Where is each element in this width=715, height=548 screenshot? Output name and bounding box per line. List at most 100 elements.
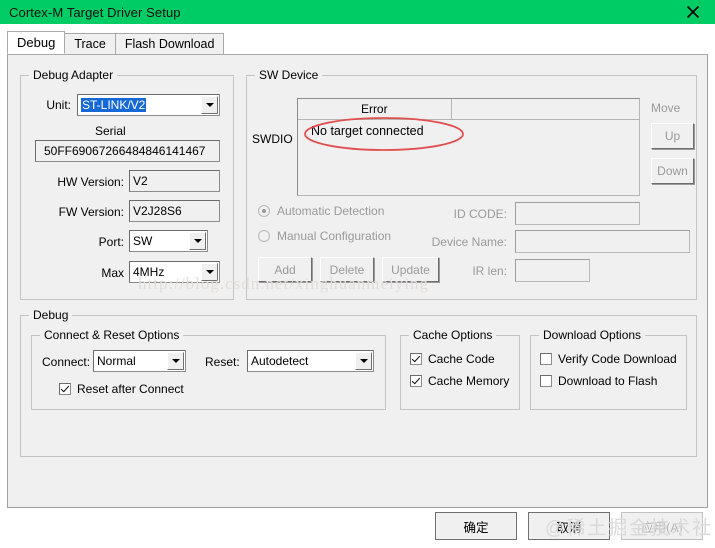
serial-label: Serial: [95, 124, 126, 138]
connect-label: Connect:: [42, 355, 91, 369]
max-label: Max: [101, 266, 124, 280]
debug-adapter-group: Debug Adapter Unit: ST-LINK/V2 Serial 50…: [20, 69, 234, 300]
unit-combo[interactable]: ST-LINK/V2: [77, 94, 220, 116]
ir-len-field[interactable]: [515, 259, 590, 282]
reset-combo[interactable]: Autodetect: [247, 350, 374, 372]
sw-device-legend: SW Device: [255, 69, 323, 82]
reset-combo-arrow[interactable]: [355, 352, 372, 370]
connect-combo-arrow[interactable]: [167, 352, 184, 370]
delete-button[interactable]: Delete: [320, 257, 374, 282]
automatic-detection-label: Automatic Detection: [277, 204, 385, 218]
port-combo-arrow[interactable]: [189, 232, 206, 250]
cancel-button[interactable]: 取消: [528, 512, 610, 540]
chevron-down-icon: [205, 103, 214, 107]
cache-code-checkbox[interactable]: Cache Code: [410, 352, 495, 366]
debug-group-legend: Debug: [29, 309, 73, 322]
add-label: Add: [274, 262, 296, 277]
device-name-label: Device Name:: [431, 235, 507, 249]
unit-value: ST-LINK/V2: [81, 98, 147, 112]
unit-combo-arrow[interactable]: [201, 96, 218, 114]
cache-memory-label: Cache Memory: [428, 374, 510, 388]
fw-version-label: FW Version:: [58, 205, 124, 219]
download-to-flash-checkbox[interactable]: Download to Flash: [540, 374, 657, 388]
device-name-field[interactable]: [515, 230, 690, 253]
move-up-label: Up: [664, 129, 681, 143]
max-combo[interactable]: 4MHz: [129, 261, 220, 283]
debug-adapter-legend: Debug Adapter: [29, 69, 118, 82]
debug-group: Debug Connect & Reset Options Connect: N…: [20, 309, 697, 457]
serial-value: 50FF69067266484846141467: [44, 144, 206, 158]
sw-device-list-header: Error: [298, 99, 639, 120]
move-down-button[interactable]: Down: [651, 158, 694, 184]
window-title: Cortex-M Target Driver Setup: [9, 4, 181, 20]
id-code-field[interactable]: [515, 202, 640, 225]
tab-debug[interactable]: Debug: [7, 31, 66, 54]
manual-configuration-radio[interactable]: Manual Configuration: [258, 229, 391, 243]
sw-device-list[interactable]: Error No target connected: [297, 98, 640, 196]
verify-code-download-label: Verify Code Download: [558, 352, 677, 366]
download-options-legend: Download Options: [539, 329, 646, 342]
serial-field[interactable]: 50FF69067266484846141467: [35, 140, 220, 162]
checkbox-icon: [59, 383, 71, 395]
reset-value: Autodetect: [251, 354, 309, 368]
reset-after-connect-label: Reset after Connect: [77, 382, 184, 396]
cancel-label: 取消: [556, 520, 582, 535]
port-combo[interactable]: SW: [129, 230, 208, 252]
update-button[interactable]: Update: [382, 257, 439, 282]
move-label: Move: [651, 101, 681, 115]
radio-icon: [258, 205, 270, 217]
connect-value: Normal: [97, 354, 136, 368]
tab-debug-label: Debug: [17, 35, 56, 50]
delete-label: Delete: [329, 262, 365, 277]
unit-label: Unit:: [46, 98, 71, 112]
debug-tab-panel: Debug Adapter Unit: ST-LINK/V2 Serial 50…: [7, 54, 708, 508]
reset-after-connect-checkbox[interactable]: Reset after Connect: [59, 382, 184, 396]
close-button[interactable]: [671, 0, 715, 24]
fw-version-field[interactable]: V2J28S6: [129, 200, 220, 222]
port-label: Port:: [98, 235, 124, 249]
connect-combo[interactable]: Normal: [93, 350, 186, 372]
manual-configuration-label: Manual Configuration: [277, 229, 392, 243]
title-bar: Cortex-M Target Driver Setup: [0, 0, 715, 24]
cache-code-label: Cache Code: [428, 352, 495, 366]
tab-flash-download-label: Flash Download: [124, 37, 215, 51]
verify-code-download-checkbox[interactable]: Verify Code Download: [540, 352, 677, 366]
ok-label: 确定: [463, 520, 489, 535]
max-value: 4MHz: [133, 265, 165, 279]
column-header-blank[interactable]: [451, 99, 639, 120]
chevron-down-icon: [359, 359, 368, 363]
move-up-button[interactable]: Up: [651, 123, 694, 149]
apply-button[interactable]: 应用(A): [621, 512, 703, 540]
ok-button[interactable]: 确定: [435, 512, 517, 540]
max-combo-arrow[interactable]: [201, 263, 218, 281]
column-header-error[interactable]: Error: [298, 99, 452, 120]
sw-device-group: SW Device SWDIO Error No target connecte…: [246, 69, 697, 300]
download-to-flash-label: Download to Flash: [558, 374, 658, 388]
hw-version-value: V2: [133, 174, 148, 188]
table-row[interactable]: No target connected: [299, 121, 424, 141]
close-icon: [686, 5, 700, 19]
chevron-down-icon: [171, 359, 180, 363]
checkbox-icon: [540, 375, 552, 387]
checkbox-icon: [410, 375, 422, 387]
add-button[interactable]: Add: [258, 257, 312, 282]
swdio-label: SWDIO: [252, 132, 293, 146]
checkbox-icon: [540, 353, 552, 365]
download-options-group: Download Options Verify Code Download Do…: [530, 329, 687, 410]
apply-label: 应用(A): [641, 520, 683, 535]
move-down-label: Down: [657, 164, 688, 178]
connect-reset-options-legend: Connect & Reset Options: [40, 329, 184, 342]
tab-flash-download[interactable]: Flash Download: [114, 33, 225, 54]
hw-version-label: HW Version:: [57, 175, 124, 189]
cache-memory-checkbox[interactable]: Cache Memory: [410, 374, 509, 388]
tab-strip: Debug Trace Flash Download: [7, 31, 708, 54]
fw-version-value: V2J28S6: [133, 204, 182, 218]
update-label: Update: [391, 262, 430, 277]
cache-options-group: Cache Options Cache Code Cache Memory: [400, 329, 520, 410]
automatic-detection-radio[interactable]: Automatic Detection: [258, 204, 384, 218]
hw-version-field[interactable]: V2: [129, 170, 220, 192]
cache-options-legend: Cache Options: [409, 329, 497, 342]
tab-trace[interactable]: Trace: [64, 33, 116, 54]
reset-label: Reset:: [205, 355, 240, 369]
connect-reset-options-group: Connect & Reset Options Connect: Normal …: [31, 329, 386, 410]
